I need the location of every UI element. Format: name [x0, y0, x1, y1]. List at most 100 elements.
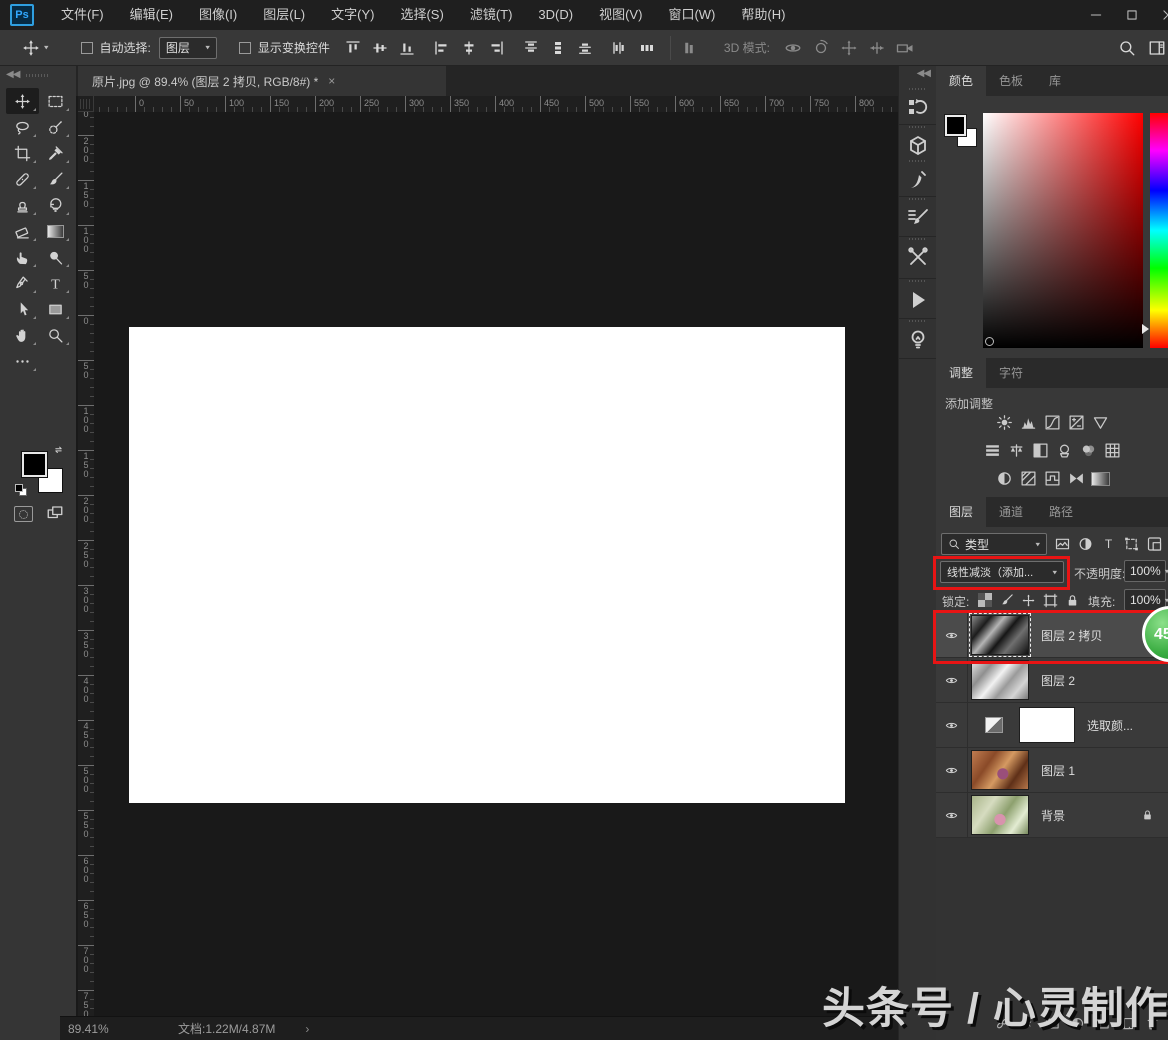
- layer-row[interactable]: 选取颜...: [936, 703, 1168, 748]
- close-tab-icon[interactable]: ×: [328, 74, 335, 88]
- canvas-viewport[interactable]: [94, 112, 898, 1016]
- align-vcenter-icon[interactable]: [371, 39, 389, 57]
- dist-bottom-icon[interactable]: [576, 39, 594, 57]
- close-icon[interactable]: [1161, 8, 1168, 22]
- actions-panel-icon[interactable]: [906, 288, 930, 312]
- menu-item[interactable]: 帮助(H): [728, 0, 798, 30]
- ellipsis-tool[interactable]: [6, 348, 39, 374]
- panel-foreground-swatch[interactable]: [945, 115, 966, 136]
- photo-filter-adjustment-icon[interactable]: [1055, 442, 1074, 459]
- quick-select-tool[interactable]: [39, 114, 72, 140]
- type-tool[interactable]: T: [39, 270, 72, 296]
- layer-thumbnail[interactable]: [971, 795, 1029, 835]
- visibility-cell[interactable]: [936, 748, 968, 793]
- healing-tool[interactable]: [6, 166, 39, 192]
- posterize-adjustment-icon[interactable]: [1019, 470, 1038, 487]
- layer-thumbnail[interactable]: [971, 750, 1029, 790]
- eye-icon[interactable]: [943, 674, 960, 687]
- eye-icon[interactable]: [943, 809, 960, 822]
- dock-grip[interactable]: [909, 280, 927, 282]
- type-layer-filter-icon[interactable]: T: [1100, 536, 1117, 552]
- vibrance-adjustment-icon[interactable]: [1091, 414, 1110, 431]
- lock-pixels-icon[interactable]: [999, 593, 1014, 608]
- adjustments-tab[interactable]: 调整: [936, 358, 986, 388]
- marquee-tool[interactable]: [39, 88, 72, 114]
- adjustment-layer-icon[interactable]: [985, 717, 1003, 733]
- lasso-tool[interactable]: [6, 114, 39, 140]
- camera-3d-icon[interactable]: [896, 39, 914, 57]
- color-balance-adjustment-icon[interactable]: [1007, 442, 1026, 459]
- distribute-columns-icon[interactable]: [680, 39, 698, 57]
- menu-item[interactable]: 3D(D): [525, 0, 586, 30]
- black-white-adjustment-icon[interactable]: [1031, 442, 1050, 459]
- levels-adjustment-icon[interactable]: [1019, 414, 1038, 431]
- dock-grip[interactable]: [909, 198, 927, 200]
- shape-layer-filter-icon[interactable]: [1123, 536, 1140, 552]
- hue-sat-adjustment-icon[interactable]: [983, 442, 1002, 459]
- layer-name[interactable]: 图层 1: [1041, 762, 1075, 779]
- document-canvas[interactable]: [129, 327, 845, 803]
- adjustment-layer-filter-icon[interactable]: [1077, 536, 1094, 552]
- layer-name[interactable]: 背景: [1041, 807, 1065, 824]
- dock-grip[interactable]: [909, 126, 927, 128]
- layer-name[interactable]: 选取颜...: [1087, 717, 1133, 734]
- zoom-level-field[interactable]: 89.41%: [68, 1022, 120, 1036]
- materials-panel-icon[interactable]: [906, 134, 930, 158]
- align-bottom-icon[interactable]: [398, 39, 416, 57]
- show-transform-checkbox[interactable]: [239, 42, 251, 54]
- brush-settings-panel-icon[interactable]: [906, 206, 930, 230]
- document-tab[interactable]: 原片.jpg @ 89.4% (图层 2 拷贝, RGB/8#) * ×: [78, 66, 446, 96]
- eye-icon[interactable]: [943, 719, 960, 732]
- visibility-cell[interactable]: [936, 793, 968, 838]
- color-tab[interactable]: 库: [1036, 66, 1074, 96]
- color-tab[interactable]: 色板: [986, 66, 1036, 96]
- stamp-tool[interactable]: [6, 192, 39, 218]
- smudge-tool[interactable]: [6, 244, 39, 270]
- visibility-cell[interactable]: [936, 703, 968, 748]
- dist-vcenter-icon[interactable]: [549, 39, 567, 57]
- dock-grip[interactable]: [909, 320, 927, 322]
- saturation-cursor[interactable]: [985, 337, 994, 346]
- slide-3d-icon[interactable]: [868, 39, 886, 57]
- menu-item[interactable]: 图像(I): [186, 0, 250, 30]
- layer-row[interactable]: 图层 2: [936, 658, 1168, 703]
- layer-thumbnail[interactable]: [971, 660, 1029, 700]
- menu-item[interactable]: 文字(Y): [318, 0, 387, 30]
- brushes-panel-icon[interactable]: [906, 168, 930, 192]
- brush-tool[interactable]: [39, 166, 72, 192]
- dist-top-icon[interactable]: [522, 39, 540, 57]
- layers-tab[interactable]: 图层: [936, 497, 986, 527]
- swap-colors-icon[interactable]: [52, 446, 65, 459]
- minimize-icon[interactable]: [1089, 8, 1103, 22]
- lock-transparent-icon[interactable]: [978, 593, 992, 607]
- tool-presets-panel-icon[interactable]: [906, 246, 930, 270]
- eye-icon[interactable]: [943, 764, 960, 777]
- menu-item[interactable]: 编辑(E): [117, 0, 186, 30]
- layers-tab[interactable]: 路径: [1036, 497, 1086, 527]
- foreground-color-swatch[interactable]: [22, 452, 47, 477]
- layer-mask-thumbnail[interactable]: [1019, 707, 1075, 743]
- smart-object-filter-icon[interactable]: [1146, 536, 1163, 552]
- dist-hcenter-icon[interactable]: [638, 39, 656, 57]
- opacity-field[interactable]: 100%▾: [1124, 560, 1166, 582]
- pan-3d-icon[interactable]: [840, 39, 858, 57]
- status-chevron-icon[interactable]: ›: [305, 1022, 309, 1036]
- history-brush-tool[interactable]: [39, 192, 72, 218]
- layer-row[interactable]: 背景: [936, 793, 1168, 838]
- menu-item[interactable]: 选择(S): [387, 0, 456, 30]
- pen-tool[interactable]: [6, 270, 39, 296]
- menu-item[interactable]: 窗口(W): [655, 0, 728, 30]
- toolbar-grip[interactable]: [26, 74, 50, 77]
- zoom-tool[interactable]: [39, 322, 72, 348]
- menu-item[interactable]: 视图(V): [586, 0, 655, 30]
- invert-adjustment-icon[interactable]: [995, 470, 1014, 487]
- saturation-picker[interactable]: [983, 113, 1143, 348]
- color-tab[interactable]: 颜色: [936, 66, 986, 96]
- hue-slider-cursor[interactable]: [1142, 324, 1149, 334]
- threshold-adjustment-icon[interactable]: [1043, 470, 1062, 487]
- dock-grip[interactable]: [909, 238, 927, 240]
- collapse-toolbar-icon[interactable]: ◀◀: [6, 69, 19, 80]
- eraser-tool[interactable]: [6, 218, 39, 244]
- workspace-icon[interactable]: [1148, 39, 1166, 57]
- dock-grip[interactable]: [909, 88, 927, 90]
